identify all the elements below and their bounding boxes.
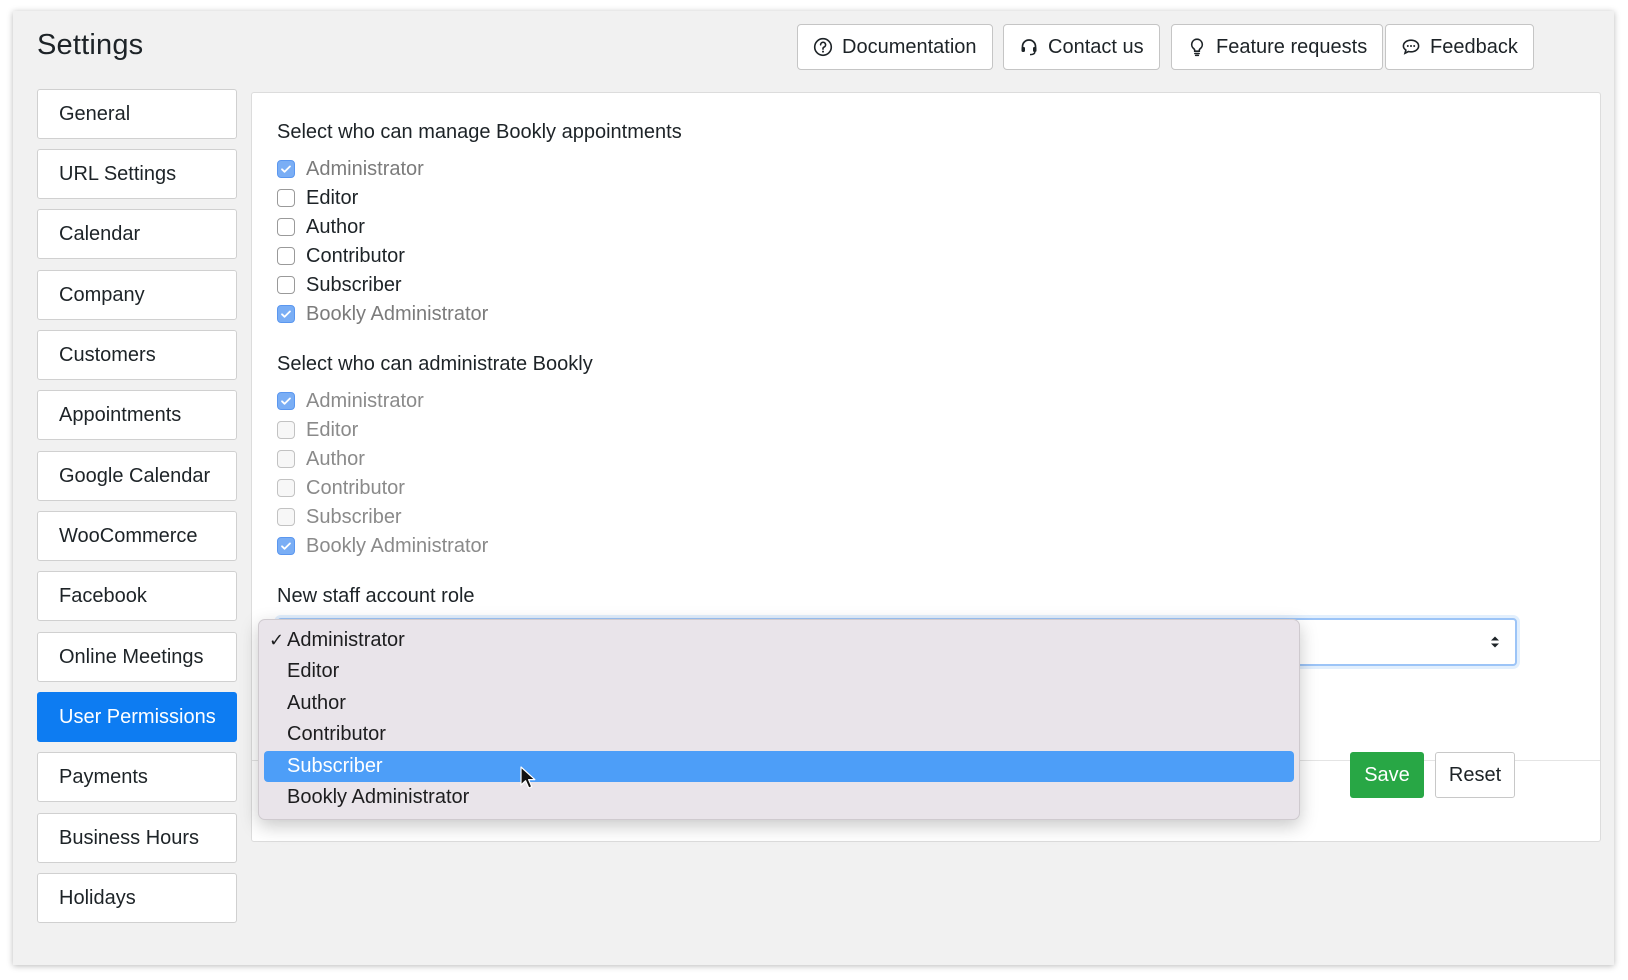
sidebar-item-customers[interactable]: Customers bbox=[37, 330, 237, 380]
checkbox[interactable] bbox=[277, 392, 295, 410]
admin-option-administrator[interactable]: Administrator bbox=[277, 388, 424, 414]
manage-option-administrator[interactable]: Administrator bbox=[277, 156, 424, 182]
dropdown-option-author[interactable]: Author bbox=[264, 688, 1294, 719]
checkmark-icon bbox=[281, 397, 291, 405]
checkbox[interactable] bbox=[277, 537, 295, 555]
sidebar-item-holidays[interactable]: Holidays bbox=[37, 873, 237, 923]
option-label: Administrator bbox=[287, 629, 405, 651]
checkbox[interactable] bbox=[277, 160, 295, 178]
sidebar-item-business-hours[interactable]: Business Hours bbox=[37, 813, 237, 863]
lightbulb-icon bbox=[1190, 38, 1204, 57]
dropdown-option-editor[interactable]: Editor bbox=[264, 656, 1294, 687]
manage-option-editor[interactable]: Editor bbox=[277, 185, 358, 211]
option-label: Editor bbox=[306, 418, 359, 441]
checkbox[interactable] bbox=[277, 247, 295, 265]
checkmark-icon bbox=[281, 542, 291, 550]
question-circle-icon bbox=[813, 37, 833, 57]
admin-option-subscriber[interactable]: Subscriber bbox=[277, 504, 402, 530]
sidebar-item-general[interactable]: General bbox=[37, 89, 237, 139]
option-label: Author bbox=[306, 447, 365, 470]
option-label: Author bbox=[306, 215, 365, 238]
mouse-pointer-icon bbox=[520, 766, 536, 789]
contact-us-label: Contact us bbox=[1048, 35, 1144, 58]
sidebar-item-url-settings[interactable]: URL Settings bbox=[37, 149, 237, 199]
feature-requests-label: Feature requests bbox=[1216, 35, 1368, 58]
select-arrows-icon bbox=[1491, 636, 1499, 648]
documentation-button[interactable]: Documentation bbox=[797, 24, 993, 70]
chat-bubble-icon bbox=[1402, 39, 1420, 55]
option-label: Bookly Administrator bbox=[306, 534, 489, 557]
option-label: Subscriber bbox=[306, 505, 402, 528]
sidebar-item-company[interactable]: Company bbox=[37, 270, 237, 320]
checkbox[interactable] bbox=[277, 189, 295, 207]
sidebar-item-woocommerce[interactable]: WooCommerce bbox=[37, 511, 237, 561]
contact-us-button[interactable]: Contact us bbox=[1003, 24, 1160, 70]
dropdown-option-administrator[interactable]: ✓ Administrator bbox=[264, 625, 1294, 656]
feedback-label: Feedback bbox=[1430, 35, 1518, 58]
sidebar-item-payments[interactable]: Payments bbox=[37, 752, 237, 802]
admin-option-author[interactable]: Author bbox=[277, 446, 365, 472]
option-label: Editor bbox=[287, 660, 340, 682]
checkbox[interactable] bbox=[277, 450, 295, 468]
checkbox[interactable] bbox=[277, 508, 295, 526]
option-label: Contributor bbox=[306, 476, 405, 499]
sidebar-item-appointments[interactable]: Appointments bbox=[37, 390, 237, 440]
admin-group-label: Select who can administrate Bookly bbox=[277, 353, 593, 375]
checkmark-icon bbox=[281, 165, 291, 173]
manage-option-contributor[interactable]: Contributor bbox=[277, 243, 405, 269]
sidebar-item-user-permissions[interactable]: User Permissions bbox=[37, 692, 237, 742]
headset-icon bbox=[1021, 39, 1037, 56]
save-button[interactable]: Save bbox=[1350, 752, 1424, 798]
option-label: Administrator bbox=[306, 157, 424, 180]
page-title: Settings bbox=[37, 29, 144, 61]
checkbox[interactable] bbox=[277, 218, 295, 236]
checkbox[interactable] bbox=[277, 276, 295, 294]
checkbox[interactable] bbox=[277, 421, 295, 439]
checkbox[interactable] bbox=[277, 305, 295, 323]
staff-role-label: New staff account role bbox=[277, 585, 475, 607]
sidebar-item-calendar[interactable]: Calendar bbox=[37, 209, 237, 259]
documentation-label: Documentation bbox=[842, 35, 977, 58]
option-label: Subscriber bbox=[287, 755, 383, 777]
option-label: Author bbox=[287, 692, 346, 714]
admin-option-editor[interactable]: Editor bbox=[277, 417, 358, 443]
option-label: Bookly Administrator bbox=[287, 786, 470, 808]
option-label: Contributor bbox=[306, 244, 405, 267]
staff-role-dropdown: ✓ Administrator Editor Author Contributo… bbox=[258, 619, 1300, 820]
admin-option-bookly-administrator[interactable]: Bookly Administrator bbox=[277, 533, 488, 559]
manage-option-subscriber[interactable]: Subscriber bbox=[277, 272, 402, 298]
checkmark-icon bbox=[281, 310, 291, 318]
checkmark-icon: ✓ bbox=[269, 630, 285, 650]
dropdown-option-subscriber[interactable]: Subscriber bbox=[264, 751, 1294, 782]
option-label: Editor bbox=[306, 186, 359, 209]
dropdown-option-contributor[interactable]: Contributor bbox=[264, 719, 1294, 750]
feature-requests-button[interactable]: Feature requests bbox=[1171, 24, 1384, 70]
settings-window: Settings Documentation Contact us Featur… bbox=[13, 11, 1614, 965]
option-label: Contributor bbox=[287, 723, 386, 745]
option-label: Subscriber bbox=[306, 273, 402, 296]
feedback-button[interactable]: Feedback bbox=[1385, 24, 1534, 70]
admin-option-contributor[interactable]: Contributor bbox=[277, 475, 405, 501]
option-label: Administrator bbox=[306, 389, 424, 412]
reset-button[interactable]: Reset bbox=[1435, 752, 1515, 798]
dropdown-option-bookly-administrator[interactable]: Bookly Administrator bbox=[264, 782, 1294, 813]
sidebar-item-facebook[interactable]: Facebook bbox=[37, 571, 237, 621]
sidebar-item-google-calendar[interactable]: Google Calendar bbox=[37, 451, 237, 501]
sidebar-item-online-meetings[interactable]: Online Meetings bbox=[37, 632, 237, 682]
manage-group-label: Select who can manage Bookly appointment… bbox=[277, 121, 682, 143]
checkbox[interactable] bbox=[277, 479, 295, 497]
option-label: Bookly Administrator bbox=[306, 302, 489, 325]
manage-option-author[interactable]: Author bbox=[277, 214, 365, 240]
manage-option-bookly-administrator[interactable]: Bookly Administrator bbox=[277, 301, 488, 327]
